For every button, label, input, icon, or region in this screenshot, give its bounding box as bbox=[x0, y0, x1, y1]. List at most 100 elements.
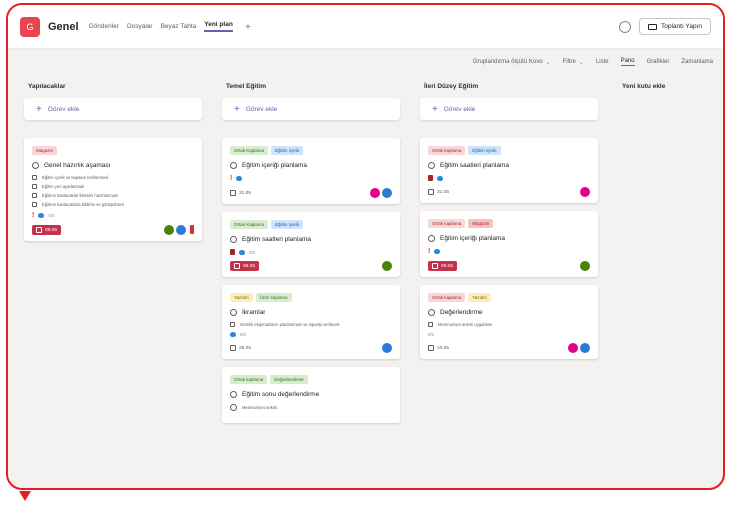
task-title: Değerlendirme bbox=[440, 309, 483, 316]
flag-icon bbox=[190, 225, 194, 234]
checklist-item: Memnuniyet anketi uygulama bbox=[438, 322, 493, 327]
task-label: Eğitim içerik bbox=[271, 220, 304, 229]
due-date-text: 09.05 bbox=[441, 263, 454, 269]
assignee-avatar[interactable] bbox=[580, 261, 590, 271]
bucket-basic-training: Temel Eğitim + Görev ekle Ortak Kaplama … bbox=[222, 83, 400, 431]
task-title: Eğitim saatleri planlama bbox=[242, 236, 312, 243]
complete-checkbox[interactable] bbox=[428, 309, 435, 316]
assignee-avatar[interactable] bbox=[568, 343, 578, 353]
attachment-icon bbox=[230, 332, 236, 337]
task-card[interactable]: Yazılım Ürün kaplama İkramlar Gerekli ek… bbox=[222, 285, 400, 359]
add-task-button[interactable]: + Görev ekle bbox=[420, 98, 598, 120]
checklist-checkbox[interactable] bbox=[230, 322, 235, 327]
due-date-text: 28.05 bbox=[239, 345, 252, 351]
complete-checkbox[interactable] bbox=[428, 235, 435, 242]
complete-checkbox[interactable] bbox=[230, 309, 237, 316]
complete-checkbox[interactable] bbox=[230, 404, 237, 411]
bucket-title[interactable]: Temel Eğitim bbox=[222, 83, 400, 90]
due-date: 31.05 bbox=[230, 190, 251, 196]
add-bucket-button[interactable]: Yeni kutu ekle bbox=[618, 83, 718, 90]
task-card[interactable]: Ortak kaplama Eğitim içerik Eğitim saatl… bbox=[420, 138, 598, 203]
task-title: Eğitim içeriği planlama bbox=[440, 235, 506, 242]
calendar-icon bbox=[234, 263, 240, 269]
assignee-avatar[interactable] bbox=[382, 343, 392, 353]
assignee-avatar[interactable] bbox=[164, 225, 174, 235]
due-date: 10.05 bbox=[428, 345, 449, 351]
complete-checkbox[interactable] bbox=[32, 162, 39, 169]
task-card[interactable]: Ortak kaplama Magazin Eğitim içeriği pla… bbox=[420, 211, 598, 277]
tab-posts[interactable]: Gönderiler bbox=[89, 23, 119, 30]
pointer-marker bbox=[19, 491, 31, 501]
assignee-avatar[interactable] bbox=[370, 188, 380, 198]
tab-whiteboard[interactable]: Beyaz Tahta bbox=[161, 23, 197, 30]
assignee-avatar[interactable] bbox=[176, 225, 186, 235]
meet-button-label: Toplantı Yapın bbox=[661, 23, 702, 30]
tab-files[interactable]: Dosyalar bbox=[127, 23, 153, 30]
complete-checkbox[interactable] bbox=[428, 162, 435, 169]
add-task-button[interactable]: + Görev ekle bbox=[222, 98, 400, 120]
tab-new-plan[interactable]: Yeni plan bbox=[204, 21, 233, 32]
assignee-avatar[interactable] bbox=[382, 261, 392, 271]
priority-icon: ! bbox=[428, 248, 431, 255]
due-date-text: 06.05 bbox=[243, 263, 256, 269]
checklist-item: Eğitime katılacaklara bildirim ve görüşü… bbox=[42, 202, 125, 207]
due-date: 28.05 bbox=[230, 345, 251, 351]
complete-checkbox[interactable] bbox=[230, 162, 237, 169]
checklist-count: 0/1 bbox=[249, 249, 256, 255]
attachment-icon bbox=[437, 175, 443, 181]
task-title: Genel hazırlık aşaması bbox=[44, 162, 111, 169]
add-tab-button[interactable]: + bbox=[245, 21, 251, 33]
task-card[interactable]: Ortak kaplama Değerlendirme Eğitim sonu … bbox=[222, 367, 400, 423]
task-title: Eğitim içeriği planlama bbox=[242, 162, 308, 169]
assignee-avatar[interactable] bbox=[580, 343, 590, 353]
pin-icon bbox=[428, 175, 433, 181]
checklist-checkbox[interactable] bbox=[428, 322, 433, 327]
bucket-title[interactable]: Yapılacaklar bbox=[24, 83, 202, 90]
channel-header: G Genel Gönderiler Dosyalar Beyaz Tahta … bbox=[8, 5, 723, 49]
complete-checkbox[interactable] bbox=[230, 236, 237, 243]
add-task-button[interactable]: + Görev ekle bbox=[24, 98, 202, 120]
task-label: Magazin bbox=[468, 219, 494, 228]
filter-label: Filtre bbox=[562, 59, 576, 65]
task-card[interactable]: Ortak Kaplama Eğitim içerik Eğitim saatl… bbox=[222, 212, 400, 277]
checklist-checkbox[interactable] bbox=[32, 193, 37, 198]
priority-icon: ! bbox=[32, 212, 35, 219]
assignee-avatar[interactable] bbox=[580, 187, 590, 197]
attachment-icon bbox=[434, 249, 441, 254]
task-label: Değerlendirme bbox=[270, 375, 308, 384]
info-icon[interactable] bbox=[619, 20, 632, 33]
checklist-checkbox[interactable] bbox=[32, 184, 37, 189]
task-label: Eğitim içerik bbox=[271, 146, 304, 155]
due-date: 09.05 bbox=[428, 261, 458, 271]
calendar-icon bbox=[428, 345, 434, 351]
calendar-icon bbox=[230, 345, 236, 351]
pin-icon bbox=[230, 249, 235, 255]
complete-checkbox[interactable] bbox=[230, 391, 237, 398]
team-avatar[interactable]: G bbox=[20, 16, 40, 37]
group-by-dropdown[interactable]: Gruplandırma ölçütü Kovo ⌄ bbox=[473, 59, 551, 66]
task-card[interactable]: Ortak kaplama Yazılım Değerlendirme Memn… bbox=[420, 285, 598, 359]
meet-button[interactable]: Toplantı Yapın bbox=[639, 18, 711, 35]
due-date-text: 09.05 bbox=[45, 227, 58, 233]
checklist-checkbox[interactable] bbox=[32, 202, 37, 207]
teams-window: G Genel Gönderiler Dosyalar Beyaz Tahta … bbox=[6, 3, 725, 490]
filter-dropdown[interactable]: Filtre ⌄ bbox=[563, 59, 584, 66]
checklist-item: Eğitim içerik ve kapsam belirlenmeli bbox=[42, 175, 109, 180]
view-board[interactable]: Pano bbox=[620, 58, 635, 66]
due-date-text: 31.05 bbox=[239, 190, 252, 196]
due-date: 31.05 bbox=[428, 189, 449, 195]
view-list[interactable]: Liste bbox=[596, 59, 609, 65]
checklist-checkbox[interactable] bbox=[32, 175, 37, 180]
add-task-label: Görev ekle bbox=[47, 105, 80, 113]
view-schedule[interactable]: Zamanlama bbox=[681, 59, 713, 65]
task-label: Eğitim içerik bbox=[468, 146, 501, 155]
assignee-avatar[interactable] bbox=[382, 188, 392, 198]
task-label: Yazılım bbox=[468, 293, 491, 302]
checklist-count: 0/1 bbox=[428, 332, 435, 337]
task-card[interactable]: Magazin Genel hazırlık aşaması Eğitim iç… bbox=[24, 138, 202, 241]
task-card[interactable]: Ortak Kaplama Eğitim içerik Eğitim içeri… bbox=[222, 138, 400, 204]
view-charts[interactable]: Grafikler bbox=[647, 59, 670, 65]
checklist-item: Memnuniyet anketi bbox=[242, 405, 278, 410]
bucket-title[interactable]: İleri Düzey Eğitim bbox=[420, 83, 598, 90]
add-task-label: Görev ekle bbox=[443, 105, 476, 113]
